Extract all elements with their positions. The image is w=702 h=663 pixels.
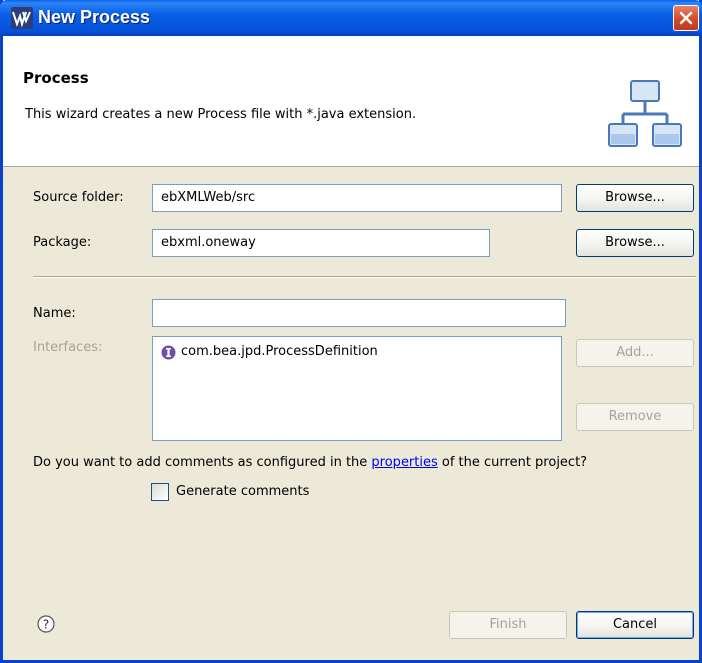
generate-comments-checkbox[interactable]	[151, 483, 169, 501]
browse-source-folder-button[interactable]: Browse...	[576, 184, 694, 212]
finish-button[interactable]: Finish	[449, 611, 567, 639]
page-title: Process	[23, 69, 89, 87]
help-icon[interactable]: ?	[37, 615, 55, 633]
cancel-button[interactable]: Cancel	[576, 611, 694, 639]
hierarchy-icon	[608, 80, 682, 147]
generate-comments-label[interactable]: Generate comments	[176, 484, 309, 499]
question-text-start: Do you want to add comments as configure…	[33, 455, 372, 470]
source-folder-label: Source folder:	[33, 190, 124, 205]
wizard-header: Process This wizard creates a new Proces…	[3, 36, 699, 167]
browse-package-button[interactable]: Browse...	[576, 229, 694, 257]
title-bar[interactable]: New Process	[0, 0, 702, 36]
question-text-end: of the current project?	[437, 455, 588, 470]
interfaces-list[interactable]: com.bea.jpd.ProcessDefinition	[152, 336, 562, 441]
window-title: New Process	[38, 7, 151, 27]
interfaces-label: Interfaces:	[33, 340, 103, 355]
separator	[33, 276, 696, 278]
package-field[interactable]: ebxml.oneway	[152, 229, 490, 257]
app-logo-icon	[11, 7, 33, 29]
package-label: Package:	[33, 235, 92, 250]
source-folder-field[interactable]: ebXMLWeb/src	[152, 184, 562, 212]
interface-name: com.bea.jpd.ProcessDefinition	[181, 344, 378, 359]
add-interface-button[interactable]: Add...	[576, 339, 694, 367]
svg-text:?: ?	[43, 618, 49, 632]
new-process-dialog: New Process Process This wizard creates …	[0, 0, 702, 663]
properties-link[interactable]: properties	[371, 455, 437, 470]
interface-icon	[161, 345, 176, 360]
name-label: Name:	[33, 306, 76, 321]
name-field[interactable]	[152, 299, 566, 327]
remove-interface-button[interactable]: Remove	[576, 403, 694, 431]
comments-question: Do you want to add comments as configure…	[33, 455, 587, 470]
page-description: This wizard creates a new Process file w…	[25, 107, 417, 122]
close-icon	[679, 11, 693, 25]
close-button[interactable]	[673, 5, 699, 31]
